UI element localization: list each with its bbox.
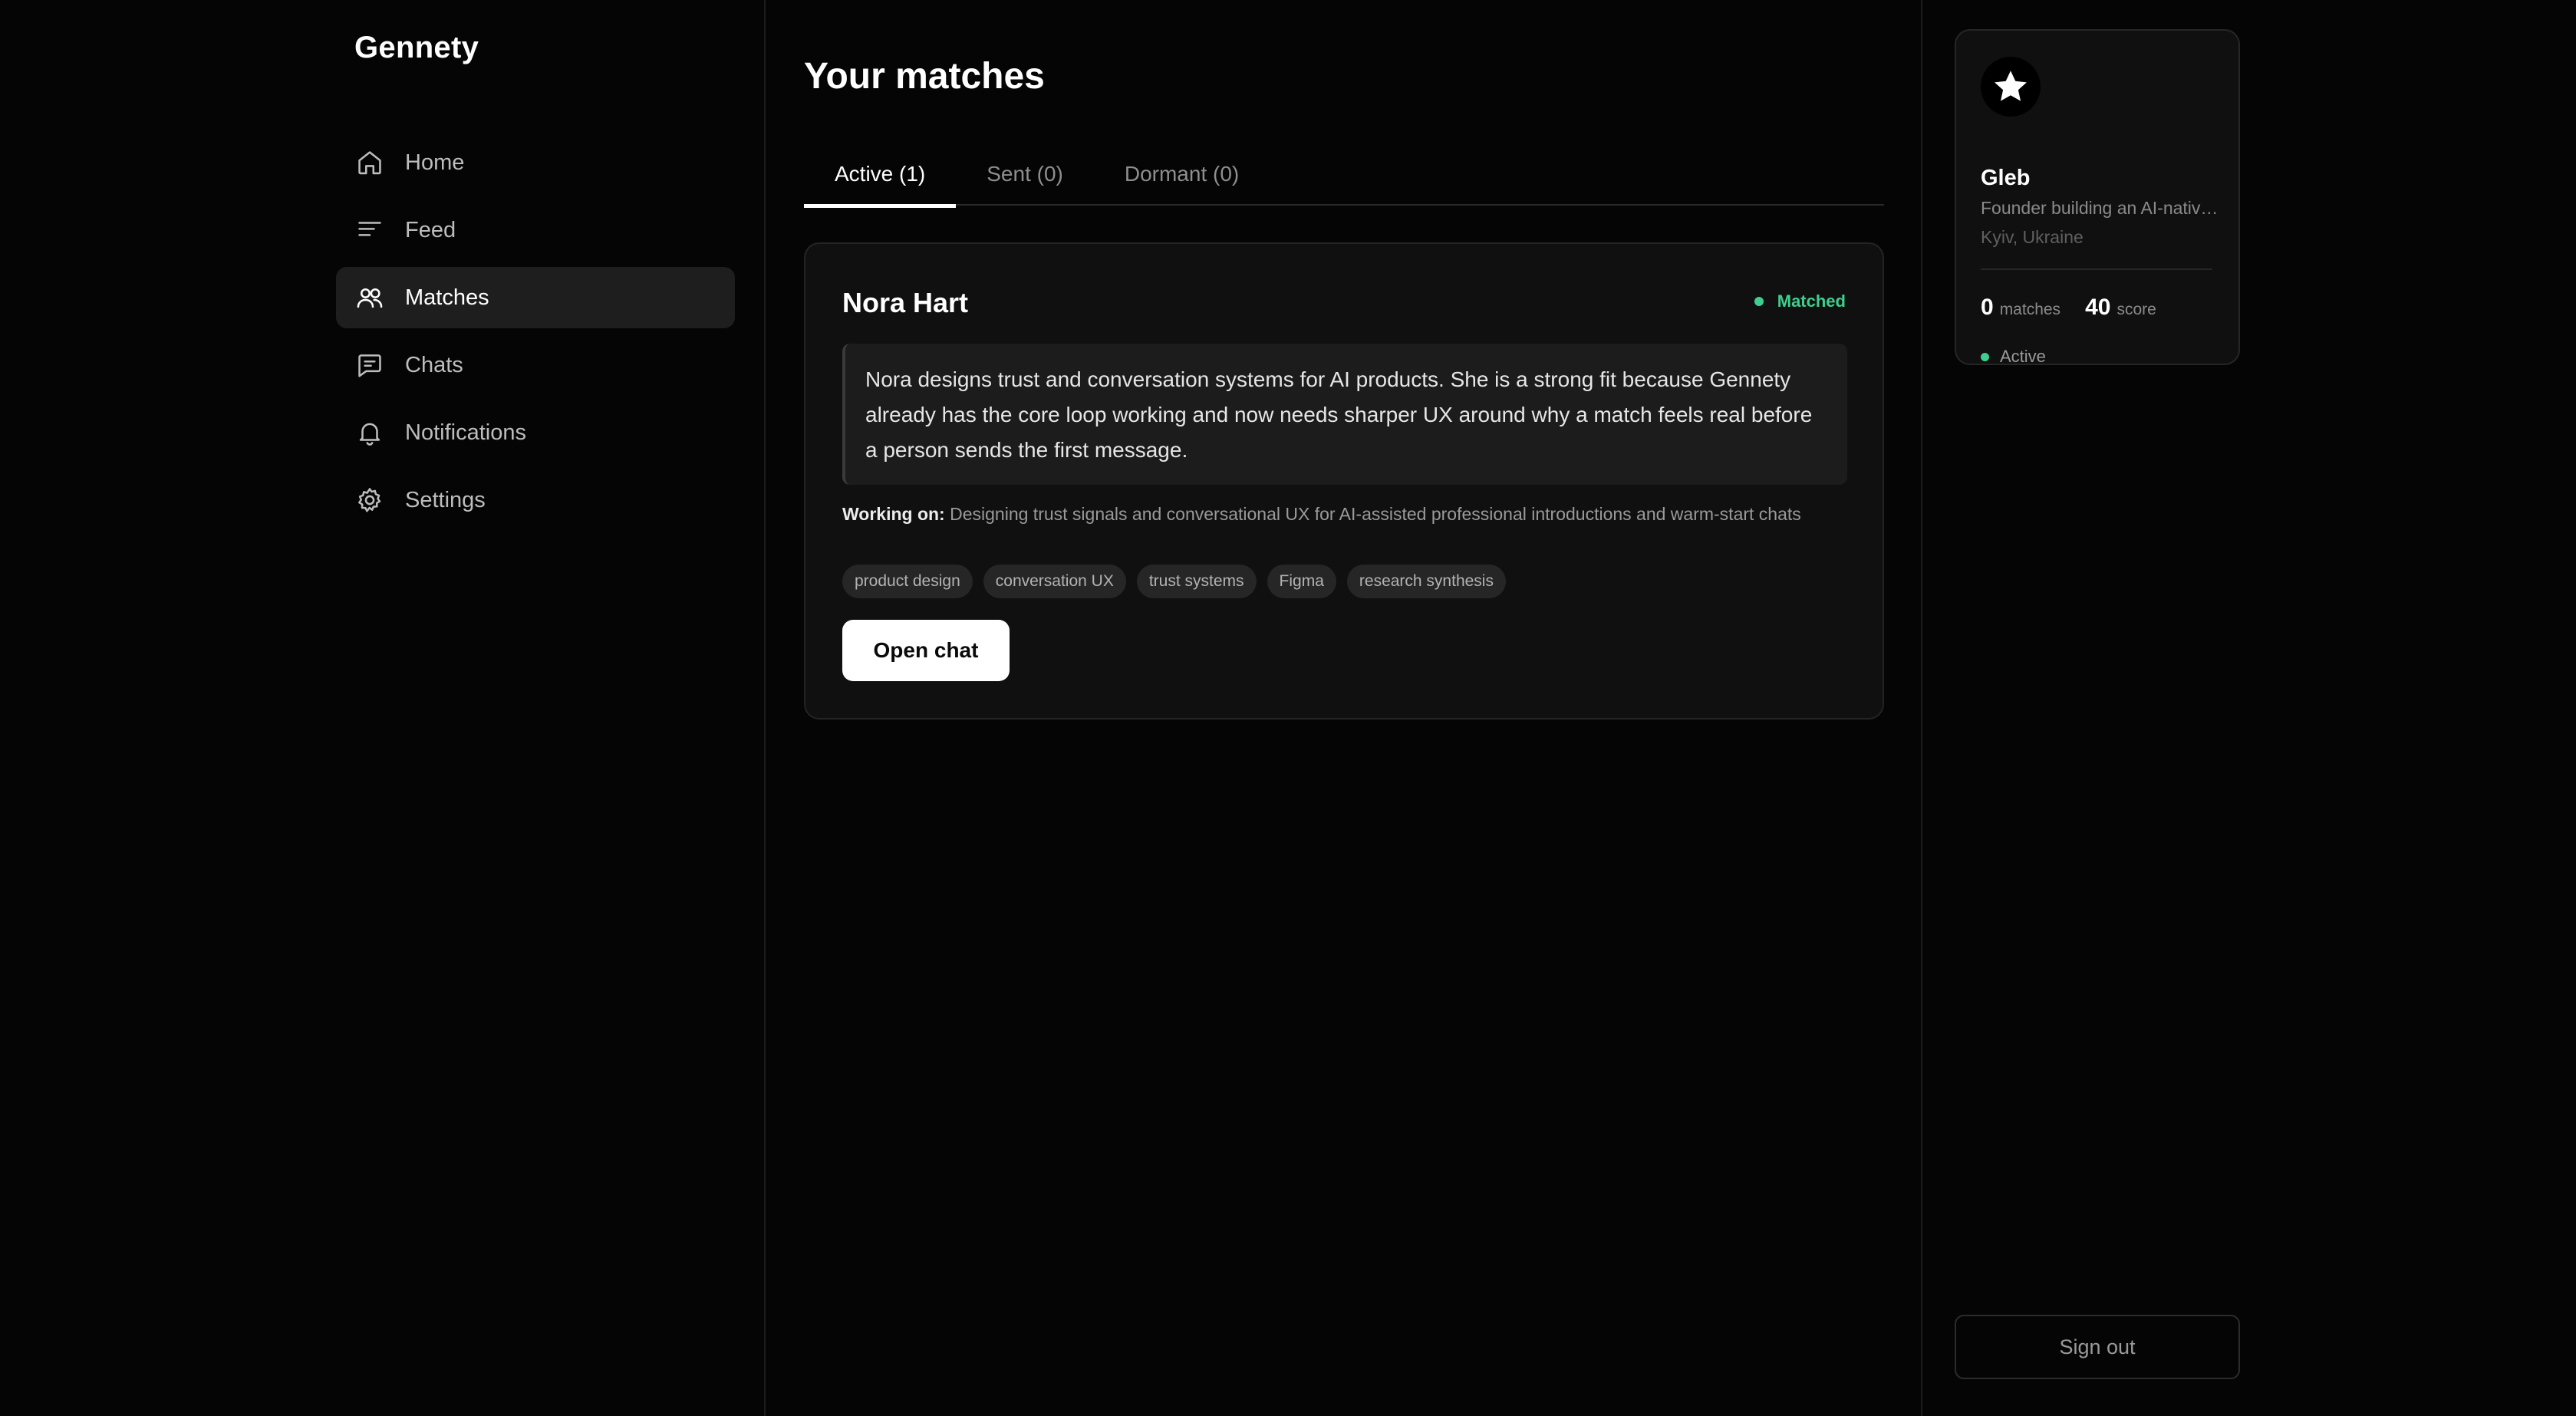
tab-active[interactable]: Active (1) (804, 143, 957, 208)
profile-card[interactable]: Gleb Founder building an AI-native profe… (1955, 29, 2240, 367)
sign-out-button[interactable]: Sign out (1955, 1315, 2240, 1379)
page-title: Your matches (804, 56, 1045, 97)
main-content: Your matches Active (1) Sent (0) Dormant… (767, 0, 1921, 1416)
profile-name: Gleb (1981, 166, 2031, 190)
app-root: Gennety Home Feed Matches Chats Notifica… (0, 0, 2576, 1416)
app-logo[interactable]: Gennety (354, 31, 479, 65)
status-badge-label: Matched (1777, 291, 1846, 311)
tag: trust systems (1136, 565, 1257, 598)
matches-count: 0 (1981, 295, 1994, 320)
home-icon (354, 147, 385, 178)
profile-status: Active (1981, 347, 2046, 367)
sidebar-item-notifications[interactable]: Notifications (336, 402, 735, 463)
star-icon (1995, 71, 2027, 101)
sidebar-item-label: Matches (405, 285, 489, 310)
avatar[interactable] (1981, 57, 2041, 117)
profile-location: Kyiv, Ukraine (1981, 227, 2084, 247)
skill-tags: product design conversation UX trust sys… (842, 565, 1517, 598)
working-on-label: Working on: (842, 504, 945, 524)
tag: conversation UX (983, 565, 1126, 598)
sidebar-item-label: Home (405, 150, 465, 175)
sidebar-item-label: Feed (405, 217, 456, 242)
match-reason: Nora designs trust and conversation syst… (842, 344, 1847, 485)
sidebar-item-label: Chats (405, 352, 463, 377)
gear-icon (354, 485, 385, 515)
bell-icon (354, 417, 385, 448)
sidebar-item-chats[interactable]: Chats (336, 334, 735, 396)
sidebar-item-home[interactable]: Home (336, 132, 735, 193)
sidebar: Gennety Home Feed Matches Chats Notifica… (0, 0, 766, 1416)
right-panel: Gleb Founder building an AI-native profe… (1921, 0, 2576, 1416)
sidebar-item-matches[interactable]: Matches (336, 267, 735, 328)
tab-sent[interactable]: Sent (0) (956, 143, 1094, 206)
status-dot-icon (1754, 297, 1764, 306)
sidebar-item-label: Notifications (405, 420, 526, 445)
sidebar-item-feed[interactable]: Feed (336, 199, 735, 261)
tab-dormant[interactable]: Dormant (0) (1094, 143, 1270, 206)
working-on-text: Designing trust signals and conversation… (950, 504, 1801, 524)
tag: research synthesis (1346, 565, 1506, 598)
sidebar-item-settings[interactable]: Settings (336, 469, 735, 531)
matches-label: matches (1999, 301, 2061, 318)
profile-divider (1981, 268, 2212, 270)
status-badge: Matched (1754, 291, 1846, 311)
profile-status-label: Active (2000, 347, 2046, 366)
profile-bio: Founder building an AI-native profession… (1981, 198, 2223, 218)
score-label: score (2116, 301, 2156, 318)
sidebar-nav: Home Feed Matches Chats Notifications Se… (336, 132, 735, 537)
score-value: 40 (2085, 295, 2111, 320)
chat-icon (354, 350, 385, 380)
open-chat-button[interactable]: Open chat (842, 620, 1010, 681)
feed-icon (354, 215, 385, 245)
matches-icon (354, 282, 385, 313)
working-on: Working on: Designing trust signals and … (842, 502, 1870, 527)
match-name: Nora Hart (842, 287, 969, 318)
tag: product design (842, 565, 973, 598)
tag: Figma (1267, 565, 1336, 598)
profile-stats: 0 matches 40 score (1981, 295, 2181, 321)
match-tabs: Active (1) Sent (0) Dormant (0) (804, 143, 1884, 208)
match-card: Nora Hart Matched Nora designs trust and… (804, 242, 1884, 720)
sidebar-item-label: Settings (405, 487, 486, 512)
status-dot-icon (1981, 352, 1989, 361)
